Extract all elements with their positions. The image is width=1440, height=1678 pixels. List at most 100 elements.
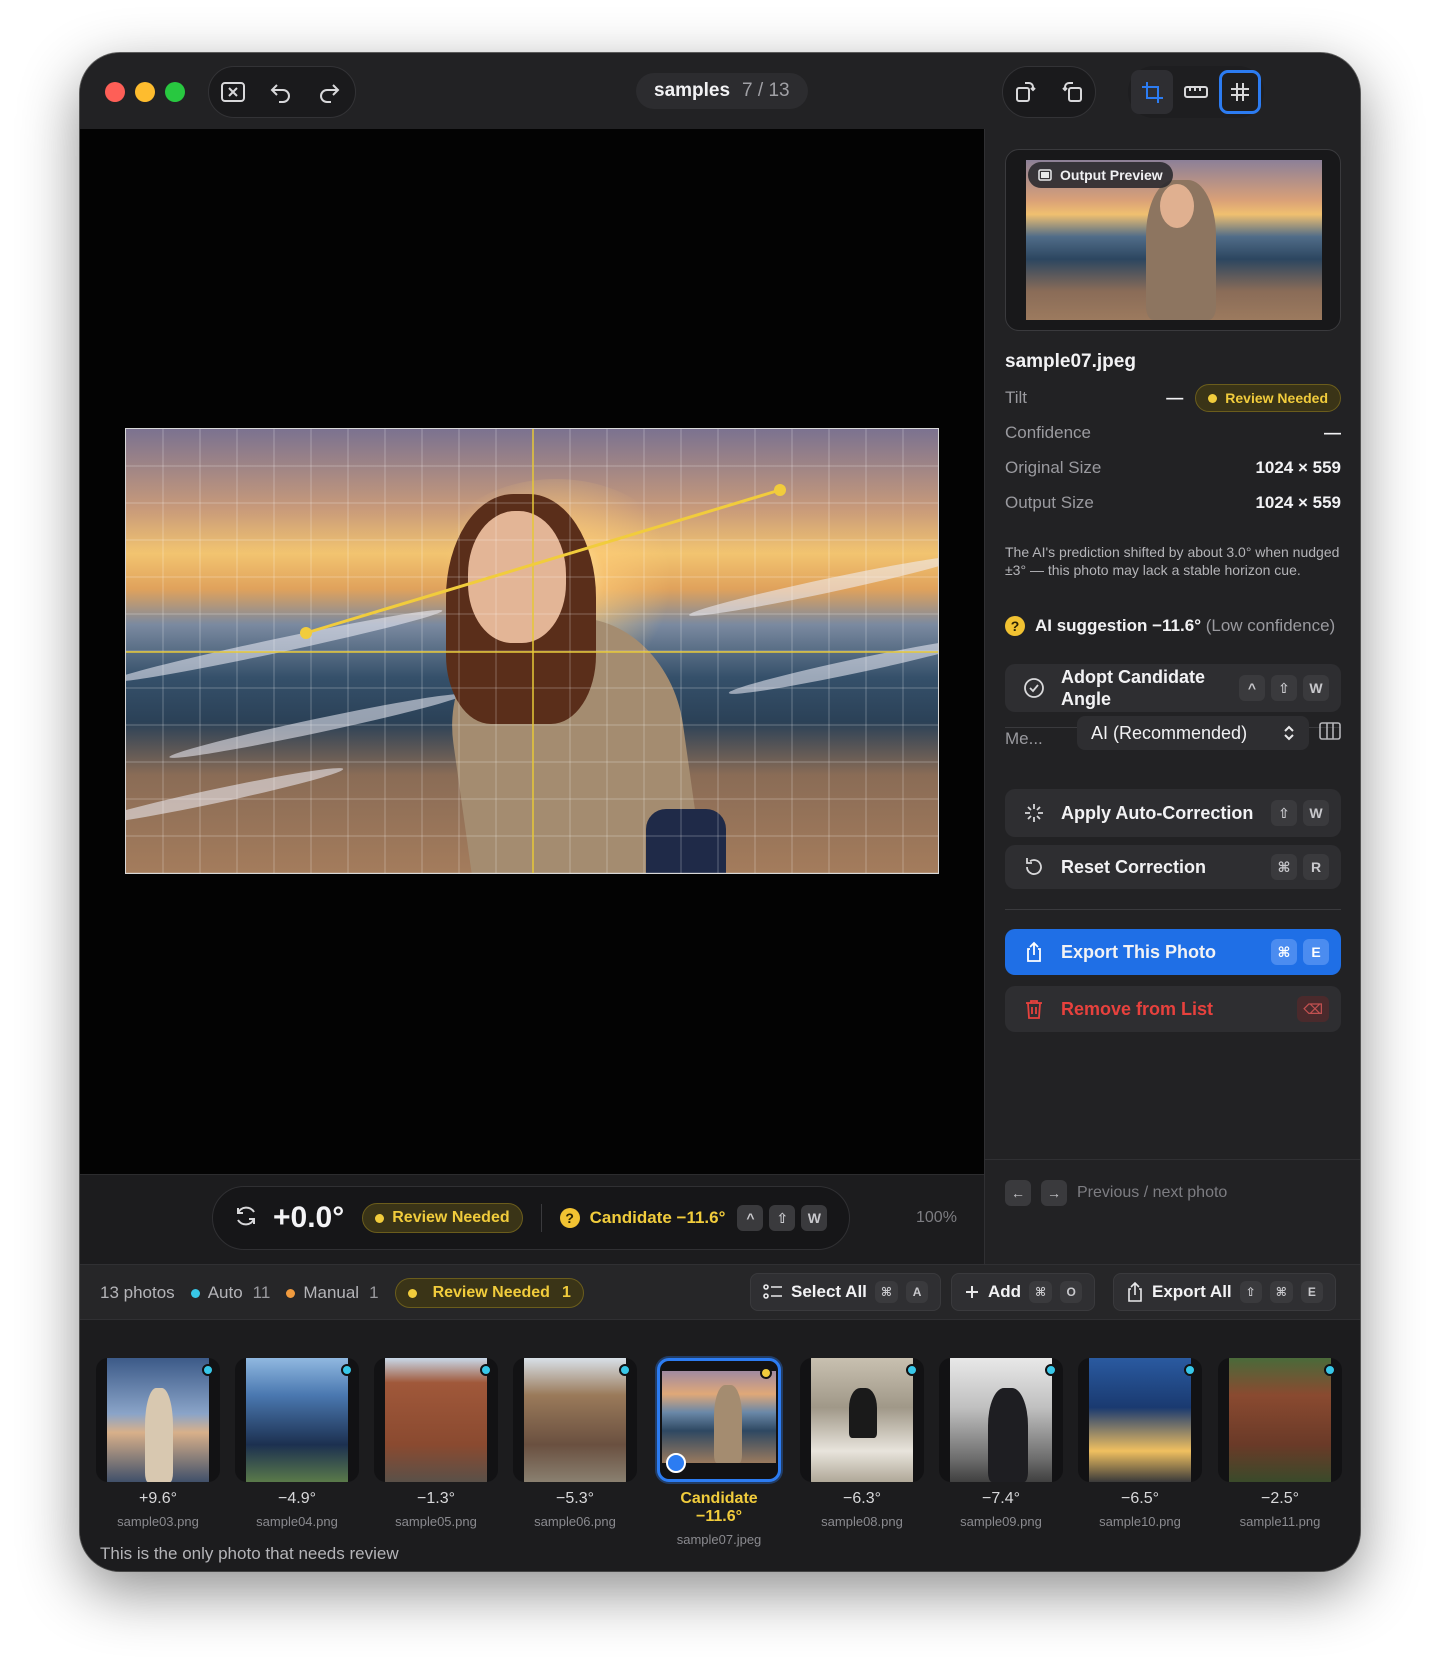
reset-correction-button[interactable]: Reset Correction ⌘ R	[1005, 845, 1341, 889]
remove-shortcut: ⌫	[1297, 996, 1329, 1022]
close-photo-button[interactable]	[209, 70, 257, 114]
thumbnail-angle: Candidate −11.6°	[680, 1490, 758, 1525]
ruler-button[interactable]	[1173, 70, 1219, 114]
auto-status-dot	[341, 1364, 353, 1376]
window-title: samples 7 / 13	[636, 73, 808, 109]
rotate-left-button[interactable]	[1003, 70, 1049, 114]
ai-confidence-label: (Low confidence)	[1205, 616, 1336, 635]
angle-value: +0.0°	[273, 1201, 345, 1234]
output-preview-badge: Output Preview	[1028, 162, 1173, 188]
checklist-icon	[763, 1284, 782, 1299]
apply-auto-correction-button[interactable]: Apply Auto-Correction ⇧ W	[1005, 789, 1341, 837]
thumbnail[interactable]: −6.5° sample10.png	[1078, 1358, 1202, 1529]
auto-status-dot	[480, 1364, 492, 1376]
thumbnail[interactable]: −1.3° sample05.png	[374, 1358, 498, 1529]
manual-filter[interactable]: Manual 1	[286, 1283, 379, 1303]
redo-icon	[320, 84, 340, 103]
horizon-handle-right	[774, 484, 786, 496]
auto-count: 11	[252, 1283, 271, 1302]
trash-icon	[1026, 1000, 1042, 1019]
auto-status-dot	[1184, 1364, 1196, 1376]
thumbnail-filename: sample06.png	[534, 1514, 616, 1529]
angle-bar: +0.0° Review Needed ? Candidate −11.6° ^…	[80, 1174, 984, 1264]
reset-icon	[1026, 858, 1042, 875]
zoom-level[interactable]: 100%	[916, 1209, 957, 1227]
review-dot	[1208, 393, 1218, 403]
manual-label: Manual	[303, 1283, 360, 1302]
crop-tool-button[interactable]	[1131, 70, 1173, 114]
minimize-window-button[interactable]	[135, 82, 155, 102]
auto-status-dot	[906, 1364, 918, 1376]
thumbnail-selected[interactable]: Candidate −11.6° sample07.jpeg	[657, 1358, 781, 1547]
divider	[1005, 909, 1341, 910]
photo-canvas[interactable]	[80, 129, 984, 1174]
rotate-reset-icon	[237, 1206, 255, 1225]
select-all-button[interactable]: Select All ⌘ A	[750, 1273, 942, 1311]
candidate-angle-button[interactable]: ? Candidate −11.6°	[559, 1208, 725, 1228]
adopt-candidate-button[interactable]: Adopt Candidate Angle ^ ⇧ W	[1005, 664, 1341, 712]
thumbnail-frame	[657, 1358, 781, 1482]
auto-filter[interactable]: Auto 11	[190, 1283, 271, 1303]
review-needed-filter[interactable]: Review Needed 1	[394, 1278, 584, 1308]
undo-button[interactable]	[257, 70, 305, 114]
thumbnail-angle: −5.3°	[556, 1490, 594, 1507]
close-window-button[interactable]	[105, 82, 125, 102]
compare-columns-icon[interactable]	[1319, 722, 1341, 740]
next-photo-key[interactable]: →	[1041, 1180, 1067, 1206]
thumbnail-image	[1089, 1358, 1191, 1482]
title-bar: samples 7 / 13	[80, 53, 1360, 129]
thumbnail-frame	[96, 1358, 220, 1482]
review-dot	[375, 1213, 385, 1223]
output-size-value: 1024 × 559	[1255, 493, 1341, 512]
thumbnail-frame	[939, 1358, 1063, 1482]
apply-shortcut: ⇧ W	[1271, 800, 1329, 826]
selected-check-icon	[666, 1453, 686, 1473]
photo-image[interactable]	[125, 428, 939, 874]
edit-toolbar	[208, 66, 356, 118]
horizon-handle-left	[300, 627, 312, 639]
previous-photo-key[interactable]: ←	[1005, 1180, 1031, 1206]
remove-from-list-button[interactable]: Remove from List ⌫	[1005, 986, 1341, 1032]
export-this-photo-button[interactable]: Export This Photo ⌘ E	[1005, 929, 1341, 975]
divider	[985, 1159, 1360, 1160]
share-icon	[1128, 1282, 1142, 1302]
redo-button[interactable]	[305, 70, 353, 114]
reset-angle-button[interactable]	[233, 1203, 259, 1234]
grid-toggle-button[interactable]	[1219, 70, 1261, 114]
auto-label: Auto	[207, 1283, 243, 1302]
confidence-label: Confidence	[1005, 423, 1092, 442]
inspector-panel: Output Preview sample07.jpeg Tilt — Revi…	[984, 129, 1360, 1264]
kbd-key: R	[1303, 854, 1329, 880]
reset-shortcut: ⌘ R	[1271, 854, 1329, 880]
thumbnail[interactable]: −5.3° sample06.png	[513, 1358, 637, 1529]
thumbnail-filename: sample08.png	[821, 1514, 903, 1529]
thumbnail[interactable]: −2.5° sample11.png	[1218, 1358, 1342, 1529]
thumbnail-figure	[145, 1388, 173, 1482]
rotate-right-icon	[1062, 82, 1082, 102]
thumbnail[interactable]: +9.6° sample03.png	[96, 1358, 220, 1529]
zoom-window-button[interactable]	[165, 82, 185, 102]
output-preview: Output Preview	[1005, 149, 1341, 331]
question-icon: ?	[1005, 616, 1025, 636]
export-all-button[interactable]: Export All ⇧ ⌘ E	[1113, 1273, 1336, 1311]
tilt-review-badge: Review Needed	[1195, 384, 1341, 412]
question-icon: ?	[559, 1208, 580, 1228]
thumbnail[interactable]: −6.3° sample08.png	[800, 1358, 924, 1529]
rotate-right-button[interactable]	[1049, 70, 1095, 114]
preview-face	[1160, 184, 1194, 228]
photo-counter: 7 / 13	[742, 80, 790, 101]
thumbnail-frame	[800, 1358, 924, 1482]
thumbnail[interactable]: −7.4° sample09.png	[939, 1358, 1063, 1529]
filmstrip-toolbar: 13 photos Auto 11 Manual 1 Review Needed…	[80, 1264, 1360, 1320]
confidence-value: —	[1324, 423, 1341, 442]
kbd-key: ⇧	[1271, 675, 1297, 701]
rotate-left-icon	[1016, 82, 1036, 102]
thumbnail-image	[811, 1358, 913, 1482]
tilt-label: Tilt	[1005, 388, 1028, 407]
thumbnail-figure	[849, 1388, 877, 1438]
method-select[interactable]: AI (Recommended)	[1077, 716, 1309, 750]
thumbnail[interactable]: −4.9° sample04.png	[235, 1358, 359, 1529]
output-size-label: Output Size	[1005, 493, 1094, 512]
checkmark-circle-icon	[1024, 678, 1044, 698]
add-button[interactable]: Add ⌘ O	[951, 1273, 1096, 1311]
